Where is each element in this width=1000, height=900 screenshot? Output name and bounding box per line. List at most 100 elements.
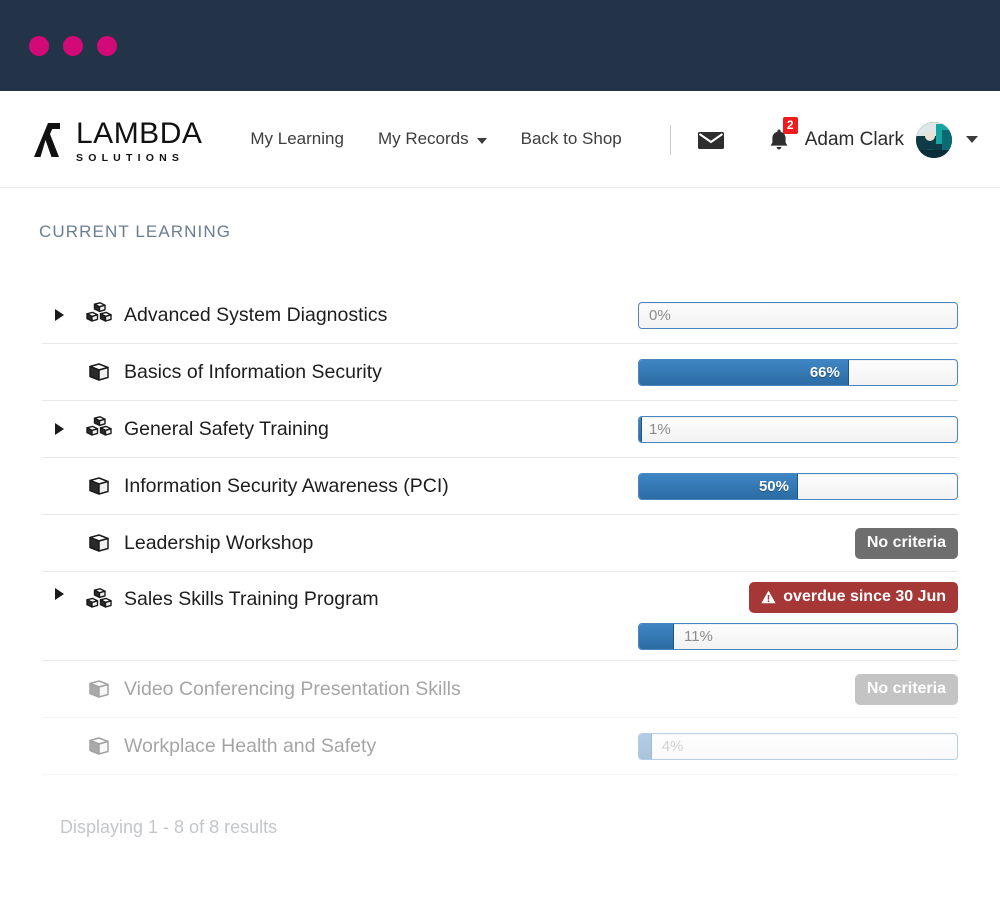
table-row[interactable]: Leadership Workshop No criteria	[42, 515, 958, 572]
table-row[interactable]: General Safety Training 1%	[42, 401, 958, 458]
row-status: 0%	[628, 301, 958, 329]
program-icon-slot	[76, 416, 122, 442]
cube-icon	[89, 477, 109, 495]
primary-nav: My Learning My Records Back to Shop	[250, 129, 621, 149]
row-title: Advanced System Diagnostics	[124, 303, 388, 326]
user-name: Adam Clark	[804, 128, 904, 150]
logo-tagline: SOLUTIONS	[76, 151, 185, 164]
results-count: Displaying 1 - 8 of 8 results	[60, 817, 278, 837]
window-minimize-dot[interactable]	[63, 35, 83, 56]
overdue-badge: overdue since 30 Jun	[749, 582, 958, 613]
table-row[interactable]: Advanced System Diagnostics 0%	[42, 287, 958, 344]
row-label-group: Leadership Workshop	[42, 530, 628, 556]
status-stack: overdue since 30 Jun 11%	[628, 572, 958, 660]
table-row[interactable]: Sales Skills Training Program overdue si…	[42, 572, 958, 661]
course-icon-slot	[76, 359, 122, 385]
progress-label: 66%	[809, 363, 840, 381]
progress-label: 50%	[758, 477, 789, 495]
window-close-dot[interactable]	[29, 35, 49, 56]
row-title: Leadership Workshop	[124, 531, 314, 554]
brand-logo[interactable]: LAMBDA SOLUTIONS	[28, 115, 202, 164]
expand-toggle[interactable]	[42, 423, 76, 435]
warning-triangle-icon	[761, 590, 776, 604]
window-controls	[29, 35, 117, 56]
cube-icon	[89, 534, 109, 552]
overdue-badge-label: overdue since 30 Jun	[783, 588, 946, 605]
nav-item-my-learning[interactable]: My Learning	[250, 129, 344, 149]
cubes-icon	[86, 416, 112, 436]
user-menu-chevron-icon[interactable]	[966, 136, 978, 143]
table-row[interactable]: Information Security Awareness (PCI) 50%	[42, 458, 958, 515]
cube-icon	[89, 737, 109, 755]
row-title: Video Conferencing Presentation Skills	[124, 677, 461, 700]
chevron-down-icon	[476, 137, 487, 144]
row-label-group: Workplace Health and Safety	[42, 733, 628, 759]
site-header: LAMBDA SOLUTIONS My Learning My Records …	[0, 91, 1000, 188]
program-icon-slot	[76, 588, 122, 614]
nav-label: Back to Shop	[520, 129, 622, 148]
window-title-bar	[0, 0, 1000, 91]
course-icon-slot	[76, 676, 122, 702]
row-label-group: Advanced System Diagnostics	[42, 302, 628, 328]
status-badge: No criteria	[854, 527, 958, 559]
nav-item-my-records[interactable]: My Records	[378, 129, 487, 149]
row-status: 66%	[628, 358, 958, 386]
progress-bar: 4%	[638, 732, 958, 760]
course-icon-slot	[76, 733, 122, 759]
window-maximize-dot[interactable]	[97, 35, 117, 56]
row-status: 50%	[628, 472, 958, 500]
cubes-icon	[86, 302, 112, 322]
progress-label: 1%	[649, 420, 671, 438]
progress-label: 0%	[649, 306, 671, 324]
envelope-icon[interactable]	[697, 130, 725, 150]
row-status: No criteria	[628, 673, 958, 705]
progress-bar: 11%	[638, 623, 958, 650]
page-root: LAMBDA SOLUTIONS My Learning My Records …	[0, 0, 1000, 900]
header-utilities: 2 Adam Clark	[658, 91, 978, 188]
lambda-mark-icon	[34, 122, 60, 157]
avatar-photo	[916, 121, 952, 158]
table-row[interactable]: Video Conferencing Presentation Skills N…	[42, 661, 958, 718]
progress-bar: 1%	[638, 415, 958, 443]
triangle-right-icon	[54, 588, 64, 600]
expand-toggle[interactable]	[42, 588, 76, 600]
row-title: Information Security Awareness (PCI)	[124, 474, 449, 497]
course-icon-slot	[76, 473, 122, 499]
row-label-group: Basics of Information Security	[42, 359, 628, 385]
cube-icon	[89, 363, 109, 381]
avatar[interactable]	[916, 121, 952, 158]
progress-bar: 66%	[638, 358, 958, 386]
status-badge-label: No criteria	[866, 679, 946, 697]
cube-icon	[89, 680, 109, 698]
logo-name: LAMBDA	[76, 116, 203, 150]
status-badge: No criteria	[854, 673, 958, 705]
header-divider	[669, 124, 671, 155]
progress-fill	[639, 733, 652, 759]
row-status: 4%	[628, 732, 958, 760]
table-row[interactable]: Basics of Information Security 66%	[42, 344, 958, 401]
row-label-group: General Safety Training	[42, 416, 628, 442]
status-badge-label: No criteria	[866, 533, 946, 551]
nav-item-back-to-shop[interactable]: Back to Shop	[521, 129, 622, 149]
row-status: 1%	[628, 415, 958, 443]
table-row[interactable]: Workplace Health and Safety 4%	[42, 718, 958, 775]
course-icon-slot	[76, 530, 122, 556]
notification-count-badge: 2	[782, 117, 798, 134]
row-status: overdue since 30 Jun 11%	[628, 572, 958, 660]
row-title: General Safety Training	[124, 417, 329, 440]
progress-label: 4%	[661, 737, 684, 755]
triangle-right-icon	[54, 423, 64, 435]
row-label-group: Sales Skills Training Program	[42, 572, 628, 660]
row-title: Workplace Health and Safety	[124, 734, 377, 757]
triangle-right-icon	[54, 309, 64, 321]
notifications[interactable]: 2	[769, 117, 798, 151]
expand-toggle[interactable]	[42, 309, 76, 321]
row-title: Basics of Information Security	[124, 360, 382, 383]
progress-fill	[639, 416, 643, 442]
row-label-group: Video Conferencing Presentation Skills	[42, 676, 628, 702]
current-learning-table: Advanced System Diagnostics 0% Basics of…	[42, 287, 958, 775]
progress-bar: 50%	[638, 472, 958, 500]
row-label-group: Information Security Awareness (PCI)	[42, 473, 628, 499]
progress-bar: 0%	[638, 301, 958, 329]
progress-label: 11%	[683, 628, 713, 645]
